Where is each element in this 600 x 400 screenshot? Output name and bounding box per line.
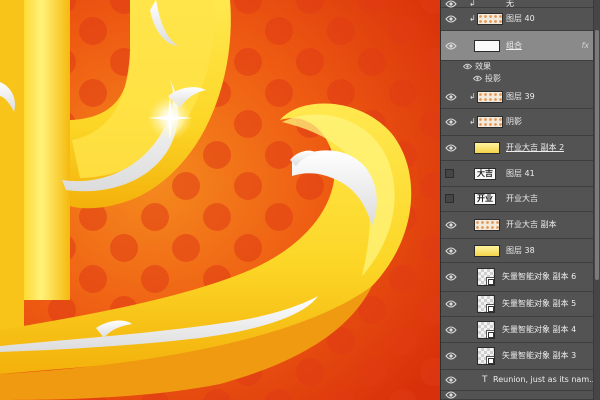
smart-object-badge-icon [486, 356, 494, 364]
smart-object-badge-icon [486, 329, 494, 338]
layer-thumbnail[interactable] [477, 90, 503, 103]
smart-object-badge-icon [486, 277, 494, 285]
visibility-eye-icon[interactable] [445, 246, 457, 256]
smart-object-badge-icon [486, 304, 494, 312]
layer-row-so6[interactable]: 矢量智能对象 副本 6 [441, 263, 600, 292]
layer-row-bottom[interactable] [441, 391, 600, 400]
layer-row-kaigong[interactable]: 开业 开业大吉 [441, 187, 600, 212]
smart-object-thumbnail[interactable] [477, 268, 495, 286]
scrollbar-thumb[interactable] [595, 30, 599, 280]
layer-name[interactable]: 开业大吉 副本 [506, 219, 557, 231]
artwork [0, 0, 440, 400]
layer-thumbnail[interactable] [474, 39, 500, 52]
layer-row-effects[interactable]: 效果 [441, 61, 600, 73]
visibility-eye-icon[interactable] [445, 375, 457, 385]
visibility-toggle-off[interactable] [445, 168, 454, 178]
visibility-eye-icon[interactable] [445, 41, 457, 51]
effects-label[interactable]: 效果 [475, 61, 491, 73]
layer-row-layer40[interactable]: ↲ 图层 40 [441, 8, 600, 31]
layer-name[interactable]: 矢量智能对象 副本 3 [502, 350, 576, 362]
layer-row-kaigong2[interactable]: 开业大吉 副本 2 [441, 136, 600, 161]
layer-thumbnail[interactable] [477, 116, 503, 128]
layer-name[interactable]: 开业大吉 副本 2 [506, 142, 564, 154]
layer-thumbnail[interactable] [474, 219, 500, 231]
layers-scrollbar[interactable] [593, 0, 600, 400]
effect-visibility-eye-icon[interactable] [462, 63, 473, 70]
layer-thumbnail[interactable]: 大吉 [474, 167, 496, 180]
visibility-eye-icon[interactable] [445, 272, 457, 282]
effect-drop-shadow[interactable]: 投影 [485, 73, 501, 85]
type-layer-icon: T [482, 375, 488, 385]
effect-visibility-eye-icon[interactable] [472, 75, 483, 82]
layer-thumbnail[interactable] [474, 142, 500, 154]
visibility-eye-icon[interactable] [445, 92, 457, 102]
layer-row-text1[interactable]: T Reunion, just as its nam... [441, 370, 600, 391]
layer-thumbnail[interactable] [477, 13, 503, 25]
layer-name[interactable]: Reunion, just as its nam... [493, 374, 597, 386]
visibility-eye-icon[interactable] [445, 351, 457, 361]
layer-row-layer39[interactable]: ↲ 图层 39 [441, 85, 600, 109]
visibility-eye-icon[interactable] [445, 390, 457, 400]
layer-name[interactable]: 阴影 [506, 116, 522, 128]
visibility-eye-icon[interactable] [445, 143, 457, 153]
layers-panel[interactable]: ↲ 无 ↲ 图层 40 组合 fx 效果 投影 ↲ 图层 39 ↲ 阴影 开业大吉 副本 2 大吉 图层 4… [440, 0, 600, 400]
layer-name[interactable]: 矢量智能对象 副本 5 [502, 298, 576, 310]
layer-name[interactable]: 开业大吉 [506, 193, 538, 205]
smart-object-thumbnail[interactable] [477, 320, 495, 339]
layer-row-so4[interactable]: 矢量智能对象 副本 4 [441, 317, 600, 343]
layer-name[interactable]: 图层 41 [506, 168, 535, 180]
clipping-mask-icon: ↲ [469, 117, 476, 126]
visibility-toggle-off[interactable] [445, 194, 454, 203]
layer-row-group[interactable]: 组合 fx [441, 31, 600, 61]
layer-row-layer41[interactable]: 大吉 图层 41 [441, 161, 600, 187]
clipping-mask-icon: ↲ [469, 14, 476, 23]
visibility-eye-icon[interactable] [445, 299, 457, 309]
visibility-eye-icon[interactable] [445, 220, 457, 230]
layer-row-kaigong1[interactable]: 开业大吉 副本 [441, 212, 600, 239]
layer-row-yinying[interactable]: ↲ 阴影 [441, 109, 600, 136]
visibility-eye-icon[interactable] [445, 14, 457, 24]
layer-name[interactable]: 图层 40 [506, 13, 535, 25]
layer-name[interactable]: 图层 38 [506, 245, 535, 257]
visibility-eye-icon[interactable] [445, 325, 457, 335]
layer-name[interactable]: 组合 [506, 40, 522, 52]
smart-object-thumbnail[interactable] [477, 347, 495, 365]
layer-row-layer38[interactable]: 图层 38 [441, 239, 600, 263]
visibility-eye-icon[interactable] [445, 117, 457, 127]
layer-row-so5[interactable]: 矢量智能对象 副本 5 [441, 292, 600, 317]
document-canvas[interactable] [0, 0, 440, 400]
layer-effects-fx-icon[interactable]: fx [581, 40, 589, 52]
clipping-mask-icon: ↲ [469, 91, 476, 101]
layer-name[interactable]: 矢量智能对象 副本 6 [502, 271, 576, 283]
layer-row-shadow[interactable]: 投影 [441, 73, 600, 85]
layer-name[interactable]: 图层 39 [506, 91, 535, 103]
smart-object-thumbnail[interactable] [477, 295, 495, 313]
layer-row-so3[interactable]: 矢量智能对象 副本 3 [441, 343, 600, 370]
layer-row-top[interactable]: ↲ 无 [441, 0, 600, 8]
layer-thumbnail[interactable]: 开业 [474, 193, 496, 205]
layer-name[interactable]: 矢量智能对象 副本 4 [502, 324, 576, 336]
layer-thumbnail[interactable] [474, 244, 500, 257]
